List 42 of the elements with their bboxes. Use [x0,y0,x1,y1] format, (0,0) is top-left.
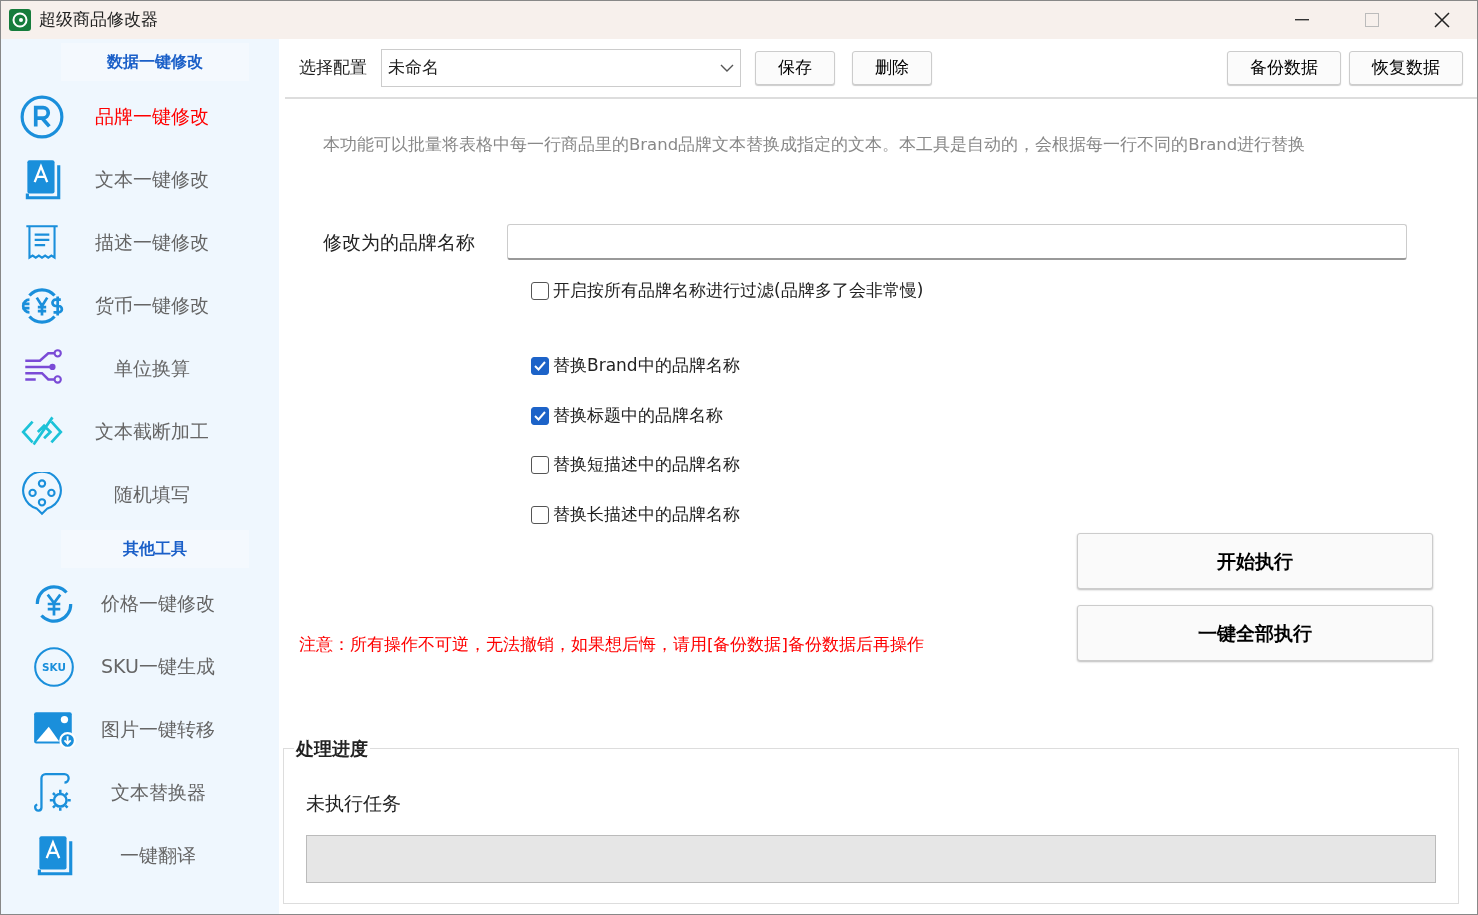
data-button[interactable]: 备份数据 [1226,51,1341,85]
app-logo-icon [9,9,31,31]
warning-text: 注意：所有操作不可逆，无法撤销，如果想后悔，请用[备份数据]备份数据后再操作 [299,633,924,656]
sidebar-item[interactable]: 文本一键修改 [1,148,279,211]
minimize-icon [1295,19,1309,21]
toolbar-button[interactable]: 保存 [755,51,835,85]
checkbox-option[interactable]: 替换标题中的品牌名称 [531,402,1477,429]
sidebar-item[interactable]: 货币一键修改 [1,274,279,337]
brand-name-label: 修改为的品牌名称 [323,229,475,255]
sidebar-item[interactable]: 随机填写 [1,463,279,526]
brand-name-field[interactable] [507,223,1407,260]
sidebar-item[interactable]: 文本替换器 [1,761,279,824]
checkbox-option[interactable]: 替换Brand中的品牌名称 [531,353,1477,379]
maximize-icon [1365,13,1379,27]
sidebar-item[interactable]: 文本截断加工 [1,400,279,463]
data-button[interactable]: 恢复数据 [1349,51,1463,85]
registered-icon [19,93,65,140]
action-button[interactable]: 开始执行 [1077,533,1433,590]
window-title: 超级商品修改器 [39,8,158,32]
toolbar-button[interactable]: 删除 [852,51,932,85]
sidebar-item[interactable]: 图片一键转移 [1,698,279,761]
description-text: 本功能可以批量将表格中每一行商品里的Brand品牌文本替换成指定的文本。本工具是自动的，会根据每一行不同的Brand进行替换 [323,134,1307,156]
progress-status: 未执行任务 [306,790,402,816]
config-label: 选择配置 [299,56,367,80]
checkbox-option[interactable]: 替换长描述中的品牌名称 [531,501,1477,528]
checkbox-option[interactable]: 替换短描述中的品牌名称 [531,452,1477,478]
section-header: 数据一键修改 [61,43,249,81]
sidebar-item[interactable]: 品牌一键修改 [1,85,279,148]
checkmark-icon [534,361,546,371]
checkmark-icon [534,410,546,421]
sidebar-item[interactable]: 一键翻译 [1,824,279,887]
checkbox-option[interactable]: 开启按所有品牌名称进行过滤(品牌多了会非常慢) [531,277,1477,304]
nodes-icon [19,471,65,518]
sidebar-item[interactable]: 单位换算 [1,337,279,400]
sidebar-item[interactable]: 描述一键修改 [1,211,279,274]
section-header: 其他工具 [61,530,249,568]
config-dropdown[interactable]: 未命名 [381,49,741,87]
action-button[interactable]: 一键全部执行 [1077,605,1433,662]
close-icon [1434,12,1450,28]
sidebar-item[interactable]: SKU SKU一键生成 [1,635,279,698]
chevron-icon [720,64,734,72]
sidebar-item[interactable]: 价格一键修改 [1,572,279,635]
